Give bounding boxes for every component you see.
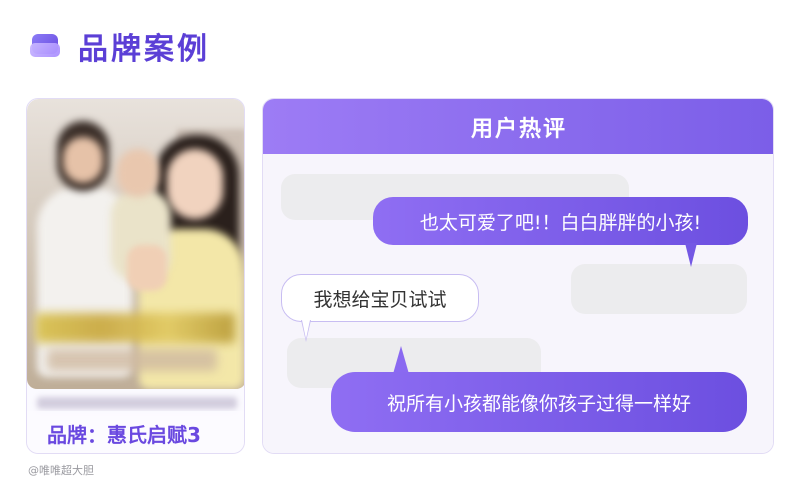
bubble-tail [393, 346, 409, 374]
brand-case-card[interactable]: 品牌：惠氏启赋3 [26, 98, 245, 454]
brand-label: 品牌：惠氏启赋3 [27, 411, 244, 453]
review-bubble: 也太可爱了吧!！白白胖胖的小孩! [373, 197, 748, 245]
family-photo [27, 99, 244, 389]
page-title: 品牌案例 [78, 32, 210, 67]
review-text: 我想给宝贝试试 [313, 288, 447, 311]
review-bubble: 祝所有小孩都能像你孩子过得一样好 [331, 372, 747, 432]
blurred-description [37, 397, 237, 409]
section-header: 品牌案例 [30, 22, 210, 70]
placeholder-bubble [571, 264, 747, 314]
bubble-tail [302, 320, 310, 339]
reviews-title: 用户热评 [470, 116, 567, 142]
review-bubble: 我想给宝贝试试 [281, 274, 479, 322]
bubble-tail [685, 243, 697, 267]
review-text: 也太可爱了吧!！白白胖胖的小孩! [419, 211, 702, 234]
reviews-chat-area: 也太可爱了吧!！白白胖胖的小孩! 我想给宝贝试试 祝所有小孩都能像你孩子过得一样… [263, 154, 773, 453]
stack-layers-icon [30, 31, 60, 61]
review-text: 祝所有小孩都能像你孩子过得一样好 [386, 392, 691, 415]
reviews-header: 用户热评 [263, 99, 773, 154]
watermark: @唯唯超大胆 [28, 464, 94, 477]
user-reviews-card: 用户热评 也太可爱了吧!！白白胖胖的小孩! 我想给宝贝试试 祝所有小孩都能像你孩… [262, 98, 774, 454]
